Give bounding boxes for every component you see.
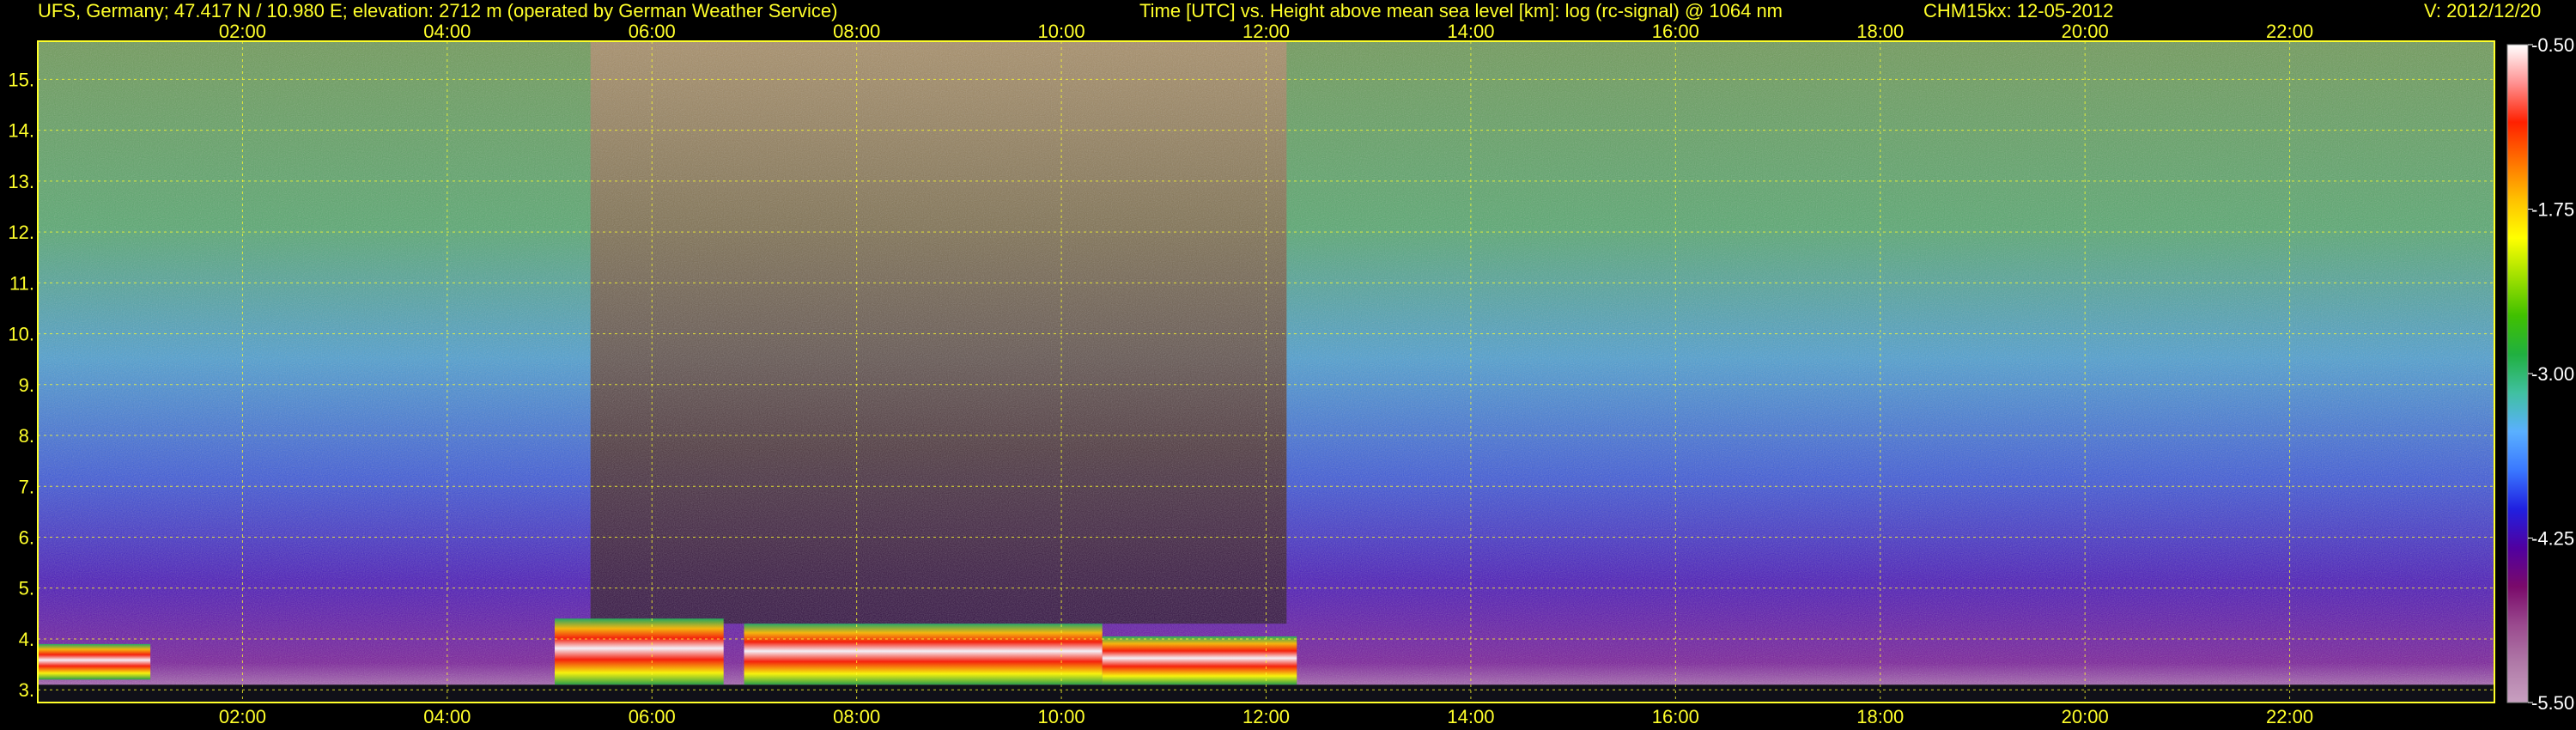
x-tick-label-top: 06:00 <box>629 21 676 42</box>
colorbar-tick-label: -1.75 <box>2531 199 2574 221</box>
x-ticks-bottom: 02:00 04:00 06:00 08:00 10:00 12:00 14:00 16:00… <box>219 706 2313 727</box>
x-tick-label-bottom: 22:00 <box>2266 706 2313 727</box>
x-tick-label-top: 12:00 <box>1242 21 1290 42</box>
x-tick-label-bottom: 14:00 <box>1447 706 1494 727</box>
x-tick-label-top: 04:00 <box>423 21 471 42</box>
x-tick-label-top: 22:00 <box>2266 21 2313 42</box>
colorbar: -0.50 -1.75 -3.00 -4.25 -5.50 <box>2506 34 2574 714</box>
x-tick-label-top: 14:00 <box>1447 21 1494 42</box>
ceilometer-heatmap: 02:00 04:00 06:00 08:00 10:00 12:00 14:00 16:00… <box>8 21 2574 727</box>
y-tick-label: 9. <box>19 374 34 396</box>
x-tick-label-bottom: 06:00 <box>629 706 676 727</box>
colorbar-tick-label: -3.00 <box>2531 363 2574 385</box>
y-ticks: 3. 4. 5. 6. 7. 8. 9. 10. 11. 12. 13. 14. 15. <box>8 69 34 701</box>
y-tick-label: 13. <box>8 171 34 192</box>
x-tick-label-bottom: 18:00 <box>1856 706 1904 727</box>
cloud-layer-3 <box>1102 636 1297 685</box>
y-tick-label: 3. <box>19 679 34 701</box>
cloud-layer-4 <box>38 643 151 680</box>
x-ticks-top: 02:00 04:00 06:00 08:00 10:00 12:00 14:00 16:00… <box>219 21 2313 42</box>
x-tick-label-bottom: 16:00 <box>1652 706 1699 727</box>
colorbar-tick-label: -0.50 <box>2531 34 2574 56</box>
x-tick-label-bottom: 02:00 <box>219 706 266 727</box>
ground-layer <box>38 684 2494 703</box>
x-tick-label-top: 20:00 <box>2062 21 2109 42</box>
y-tick-label: 11. <box>9 272 34 294</box>
x-tick-label-bottom: 04:00 <box>423 706 471 727</box>
x-tick-label-top: 18:00 <box>1856 21 1904 42</box>
y-tick-label: 10. <box>8 324 34 345</box>
y-tick-label: 14. <box>8 120 34 142</box>
colorbar-tick-label: -4.25 <box>2531 528 2574 550</box>
cloud-layer-2 <box>744 624 1103 685</box>
cloud-layer-1 <box>555 618 724 685</box>
colorbar-tick-label: -5.50 <box>2531 692 2574 714</box>
x-tick-label-bottom: 20:00 <box>2062 706 2109 727</box>
x-tick-label-bottom: 08:00 <box>833 706 880 727</box>
colorbar-scale <box>2506 44 2529 703</box>
y-tick-label: 6. <box>19 527 34 549</box>
y-tick-label: 5. <box>19 578 34 599</box>
y-tick-label: 7. <box>19 476 34 497</box>
x-tick-label-top: 08:00 <box>833 21 880 42</box>
x-tick-label-top: 10:00 <box>1038 21 1085 42</box>
y-tick-label: 8. <box>19 425 34 447</box>
y-tick-label: 15. <box>8 69 34 90</box>
x-tick-label-bottom: 10:00 <box>1038 706 1085 727</box>
x-tick-label-top: 02:00 <box>219 21 266 42</box>
x-tick-label-top: 16:00 <box>1652 21 1699 42</box>
y-tick-label: 4. <box>19 629 34 650</box>
y-tick-label: 12. <box>8 222 34 243</box>
x-tick-label-bottom: 12:00 <box>1242 706 1290 727</box>
